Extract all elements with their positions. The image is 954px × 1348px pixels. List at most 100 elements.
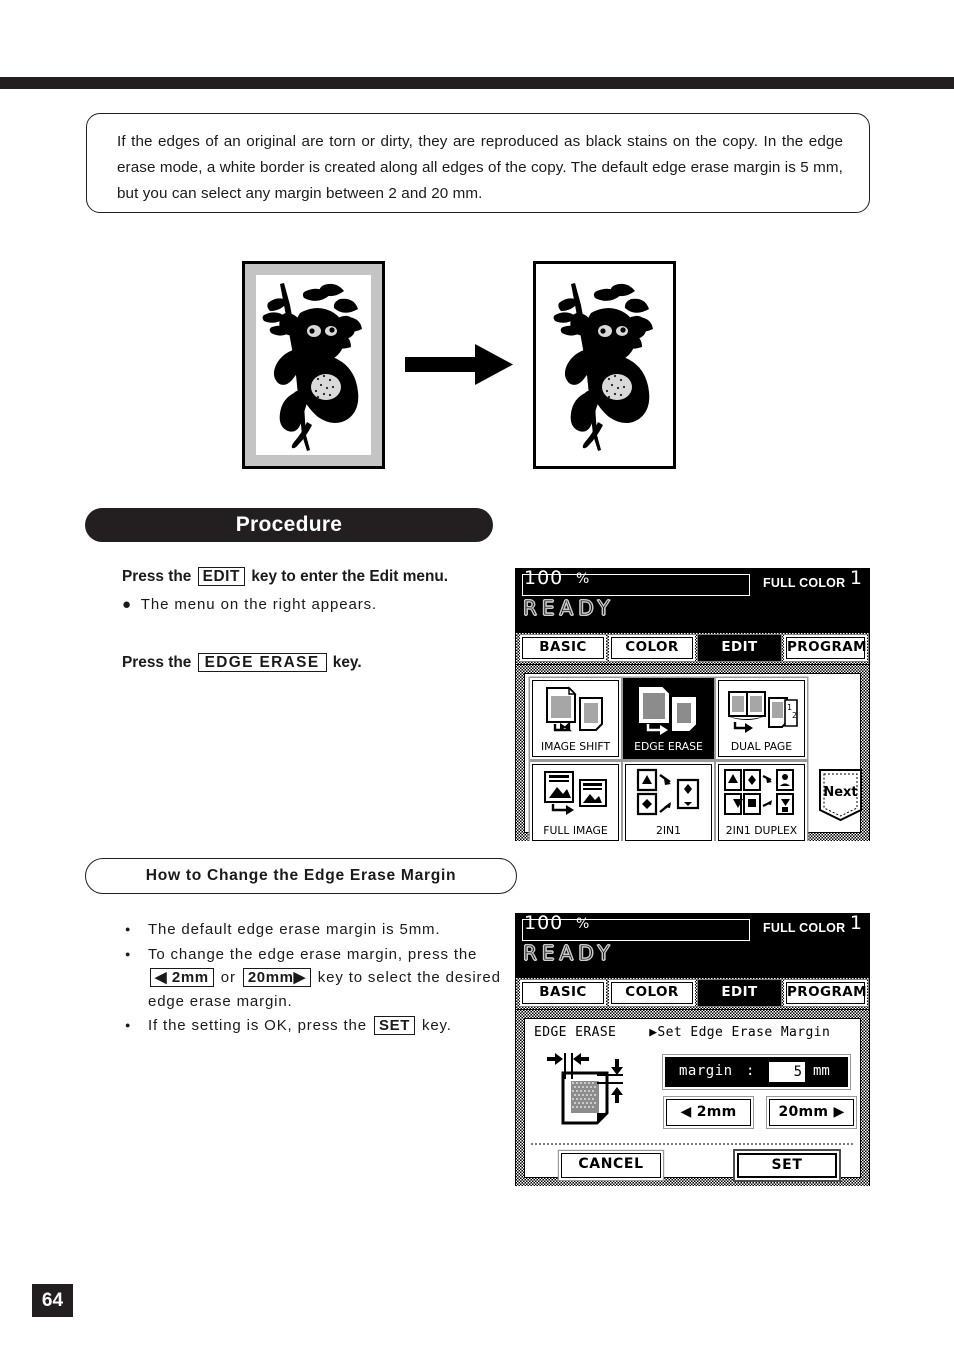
- howto-bullet-2-text-c: edge erase margin.: [148, 992, 293, 1010]
- step-1-bullet: ● The menu on the right appears.: [122, 596, 377, 613]
- function-button-full-image[interactable]: FULL IMAGE: [532, 764, 619, 841]
- intro-callout-box: If the edges of an original are torn or …: [86, 113, 870, 213]
- lcd-body-frame-menu: IMAGE SHIFT EDGE ERASE 1 2 DUAL PAGE FUL…: [516, 665, 869, 841]
- copied-document-page: [536, 264, 673, 466]
- tab-basic-label-margin: BASIC: [539, 984, 587, 1000]
- edge-erase-icon: [639, 687, 696, 735]
- cancel-button-label: CANCEL: [578, 1156, 644, 1172]
- decrease-margin-key-inline[interactable]: ◀ 2mm: [150, 968, 214, 987]
- svg-text:2: 2: [792, 711, 797, 720]
- two-in-one-icon: [636, 768, 700, 816]
- function-button-edge-erase[interactable]: EDGE ERASE: [625, 680, 712, 757]
- page-number-value: 64: [41, 1290, 64, 1311]
- status-message-menu: READY: [522, 595, 615, 620]
- procedure-banner-label: Procedure: [235, 513, 343, 536]
- howto-bullet-3-text-b: key.: [422, 1017, 452, 1034]
- next-button-label: Next: [823, 785, 857, 800]
- tab-color-menu[interactable]: COLOR: [611, 637, 693, 659]
- color-mode-label-menu: FULL COLOR: [763, 576, 846, 590]
- tab-edit-margin[interactable]: EDIT: [700, 982, 779, 1004]
- decrease-margin-button[interactable]: ◀ 2mm: [666, 1099, 751, 1126]
- tab-edit-menu[interactable]: EDIT: [700, 637, 779, 659]
- edit-key-inline[interactable]: EDIT: [197, 567, 246, 586]
- step-1-heading: Press the EDIT key to enter the Edit men…: [122, 567, 448, 586]
- edge-erase-key-inline[interactable]: EDGE ERASE: [197, 653, 327, 672]
- intro-text: If the edges of an original are torn or …: [117, 133, 843, 202]
- function-button-2in1-duplex[interactable]: 2IN1 DUPLEX: [718, 764, 805, 841]
- lcd-body-inner-margin: EDGE ERASE ▶Set Edge Erase Margin margin…: [524, 1018, 861, 1178]
- lcd-panel-margin-setting[interactable]: 100 % 1 FULL COLOR READY BASIC COLOR EDI…: [515, 913, 870, 1186]
- page-number-badge: 64: [32, 1284, 73, 1317]
- margin-display-label: margin: [679, 1063, 733, 1079]
- howto-bullet-3-text-a: If the setting is OK, press the: [148, 1017, 367, 1034]
- full-image-icon: [544, 771, 607, 815]
- procedure-banner: Procedure: [85, 508, 493, 542]
- margin-screen-mode: EDGE ERASE: [534, 1025, 617, 1040]
- function-label-edge-erase: EDGE ERASE: [634, 740, 703, 753]
- lcd-body-frame-margin: EDGE ERASE ▶Set Edge Erase Margin margin…: [516, 1010, 869, 1186]
- step-2-text-before: Press the: [122, 654, 192, 671]
- copied-document-frame: [533, 261, 676, 469]
- next-page-button[interactable]: Next: [817, 768, 864, 822]
- tab-edit-label-menu: EDIT: [721, 639, 758, 655]
- dual-page-icon: 1 2: [727, 691, 798, 733]
- howto-bullet-1: The default edge erase margin is 5mm.: [122, 918, 512, 942]
- koala-illustration-original: [262, 283, 362, 451]
- tab-program-label-margin: PROGRAM: [787, 984, 867, 1000]
- copy-count-menu: 1: [849, 567, 862, 589]
- original-document-frame: [242, 261, 385, 469]
- function-button-2in1[interactable]: 2IN1: [625, 764, 712, 841]
- tab-program-margin[interactable]: PROGRAM: [786, 982, 867, 1004]
- margin-display-colon: :: [746, 1063, 755, 1079]
- margin-value-number: 5: [793, 1064, 802, 1080]
- margin-display-unit: mm: [813, 1063, 830, 1079]
- increase-margin-button[interactable]: 20mm ▶: [769, 1099, 854, 1126]
- step-2-text-after: key.: [332, 654, 362, 671]
- tab-basic-label-menu: BASIC: [539, 639, 587, 655]
- tab-basic-menu[interactable]: BASIC: [522, 637, 604, 659]
- margin-screen-prompt: ▶Set Edge Erase Margin: [649, 1025, 831, 1040]
- arrow-right-icon: [405, 344, 513, 385]
- function-button-dual-page[interactable]: 1 2 DUAL PAGE: [718, 680, 805, 757]
- howto-bullet-1-text: The default edge erase margin is 5mm.: [148, 921, 441, 938]
- lcd-body-menu: IMAGE SHIFT EDGE ERASE 1 2 DUAL PAGE FUL…: [516, 664, 869, 841]
- copy-count-margin: 1: [849, 912, 862, 934]
- lcd-tabstrip-margin[interactable]: BASIC COLOR EDIT PROGRAM: [516, 977, 869, 1009]
- next-bookmark-icon: Next: [819, 769, 862, 822]
- tab-program-label-menu: PROGRAM: [787, 639, 867, 655]
- function-button-image-shift[interactable]: IMAGE SHIFT: [532, 680, 619, 757]
- bullet-dot-icon: ●: [122, 596, 132, 613]
- step-2-heading: Press the EDGE ERASE key.: [122, 653, 362, 672]
- tab-basic-margin[interactable]: BASIC: [522, 982, 604, 1004]
- two-in-one-duplex-icon: [724, 769, 794, 815]
- howto-bullet-2-text-b: key to select the desired: [317, 969, 501, 986]
- tab-color-label-margin: COLOR: [625, 984, 679, 1000]
- howto-banner: How to Change the Edge Erase Margin: [85, 858, 517, 894]
- howto-bullet-3: If the setting is OK, press the SET key.: [122, 1014, 512, 1038]
- function-label-full-image: FULL IMAGE: [543, 824, 608, 837]
- color-mode-label-margin: FULL COLOR: [763, 921, 846, 935]
- lcd-panel-edit-menu[interactable]: 100 % 1 FULL COLOR READY BASIC COLOR EDI…: [515, 568, 870, 841]
- increase-margin-key-inline[interactable]: 20mm▶: [242, 968, 311, 987]
- margin-value-display: margin : 5 mm: [665, 1057, 848, 1087]
- edge-margin-diagram-icon: [547, 1053, 623, 1125]
- function-label-2in1: 2IN1: [656, 824, 681, 837]
- lcd-tabstrip-menu[interactable]: BASIC COLOR EDIT PROGRAM: [516, 632, 869, 664]
- margin-value-field: 5: [769, 1062, 805, 1082]
- function-label-2in1-duplex: 2IN1 DUPLEX: [725, 824, 798, 837]
- tab-color-margin[interactable]: COLOR: [611, 982, 693, 1004]
- tab-program-menu[interactable]: PROGRAM: [786, 637, 867, 659]
- howto-bullet-2: To change the edge erase margin, press t…: [122, 943, 512, 1014]
- howto-bullet-2-or: or: [220, 969, 236, 986]
- lcd-body-margin: EDGE ERASE ▶Set Edge Erase Margin margin…: [516, 1009, 869, 1186]
- percent-symbol-menu: %: [576, 571, 590, 587]
- function-label-dual-page: DUAL PAGE: [730, 740, 793, 753]
- percent-symbol-margin: %: [576, 916, 590, 932]
- header-rule: [0, 77, 954, 89]
- lcd-body-inner-menu: IMAGE SHIFT EDGE ERASE 1 2 DUAL PAGE FUL…: [524, 673, 864, 841]
- step-1-text-before: Press the: [122, 568, 192, 585]
- function-label-image-shift: IMAGE SHIFT: [540, 740, 611, 753]
- set-key-inline[interactable]: SET: [373, 1016, 415, 1035]
- set-button[interactable]: SET: [737, 1153, 837, 1178]
- cancel-button[interactable]: CANCEL: [561, 1153, 661, 1178]
